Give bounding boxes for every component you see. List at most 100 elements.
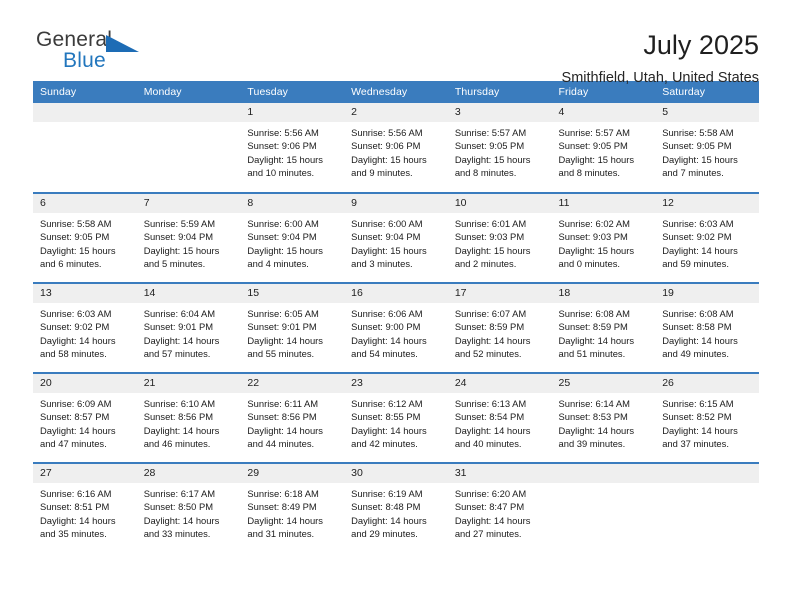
daylight-duration-line2: and 8 minutes. [558, 167, 621, 179]
calendar-day-cell[interactable]: 28 Sunrise: 6:17 AM Sunset: 8:50 PM Dayligh… [136, 462, 241, 553]
calendar-day-cell[interactable]: 13 Sunrise: 6:03 AM Sunset: 9:02 PM Dayligh… [33, 282, 137, 373]
day-details: Sunrise: 6:14 AM Sunset: 8:53 PM Daylight:… [552, 393, 656, 451]
calendar-day-cell[interactable]: 12 Sunrise: 6:03 AM Sunset: 9:02 PM Dayligh… [655, 192, 759, 283]
calendar-day-cell[interactable]: 24 Sunrise: 6:13 AM Sunset: 8:54 PM Dayligh… [447, 372, 552, 463]
day-details: Sunrise: 6:20 AM Sunset: 8:47 PM Daylight:… [448, 483, 552, 541]
daylight-duration-line2: and 6 minutes. [40, 258, 102, 270]
weekday-header-thursday: Thursday [447, 81, 552, 103]
calendar-day-cell[interactable]: 15 Sunrise: 6:05 AM Sunset: 9:01 PM Dayligh… [240, 282, 345, 373]
day-details: Sunrise: 5:59 AM Sunset: 9:04 PM Daylight:… [137, 213, 241, 271]
daylight-duration-line1: Daylight: 15 hours [351, 244, 427, 256]
sunset-time: Sunset: 9:03 PM [558, 231, 628, 243]
calendar-day-cell[interactable]: 14 Sunrise: 6:04 AM Sunset: 9:01 PM Dayligh… [136, 282, 241, 373]
day-number [551, 464, 656, 483]
sunrise-time: Sunrise: 6:15 AM [662, 398, 734, 409]
daylight-duration-line2: and 54 minutes. [351, 348, 418, 360]
calendar-day-cell[interactable]: 3 Sunrise: 5:57 AM Sunset: 9:05 PM Daylight… [447, 103, 552, 193]
sunrise-time: Sunrise: 6:13 AM [454, 398, 527, 409]
day-number: 30 [344, 464, 448, 483]
day-number: 16 [344, 284, 448, 303]
calendar-day-cell[interactable]: 7 Sunrise: 5:59 AM Sunset: 9:04 PM Daylight… [136, 192, 241, 283]
sunset-time: Sunset: 9:05 PM [40, 231, 110, 243]
day-details: Sunrise: 6:17 AM Sunset: 8:50 PM Daylight:… [137, 483, 241, 541]
day-number: 4 [551, 103, 656, 122]
calendar-day-cell[interactable]: 2 Sunrise: 5:56 AM Sunset: 9:06 PM Daylight… [344, 103, 448, 193]
calendar-day-cell[interactable]: 27 Sunrise: 6:16 AM Sunset: 8:51 PM Dayligh… [33, 462, 137, 553]
day-number: 10 [447, 194, 552, 213]
daylight-duration-line1: Daylight: 14 hours [454, 514, 531, 526]
daylight-duration-line2: and 5 minutes. [143, 258, 206, 270]
calendar-day-cell-empty [655, 462, 759, 553]
calendar-day-cell[interactable]: 18 Sunrise: 6:08 AM Sunset: 8:59 PM Dayligh… [551, 282, 656, 373]
calendar-day-cell[interactable]: 30 Sunrise: 6:19 AM Sunset: 8:48 PM Dayligh… [344, 462, 448, 553]
sunset-time: Sunset: 9:04 PM [351, 231, 421, 243]
daylight-duration-line1: Daylight: 14 hours [143, 424, 220, 436]
daylight-duration-line2: and 7 minutes. [662, 167, 724, 179]
daylight-duration-line2: and 0 minutes. [558, 258, 621, 270]
calendar-day-cell[interactable]: 21 Sunrise: 6:10 AM Sunset: 8:56 PM Dayligh… [136, 372, 241, 463]
daylight-duration-line1: Daylight: 14 hours [351, 514, 427, 526]
calendar-day-cell[interactable]: 23 Sunrise: 6:12 AM Sunset: 8:55 PM Dayligh… [344, 372, 448, 463]
day-details: Sunrise: 6:15 AM Sunset: 8:52 PM Daylight:… [655, 393, 759, 451]
daylight-duration-line1: Daylight: 15 hours [40, 244, 116, 256]
calendar-day-cell[interactable]: 29 Sunrise: 6:18 AM Sunset: 8:49 PM Dayligh… [240, 462, 345, 553]
calendar-day-cell[interactable]: 20 Sunrise: 6:09 AM Sunset: 8:57 PM Dayligh… [33, 372, 137, 463]
day-number: 6 [33, 194, 137, 213]
daylight-duration-line1: Daylight: 14 hours [454, 424, 531, 436]
daylight-duration-line1: Daylight: 15 hours [454, 244, 531, 256]
daylight-duration-line2: and 29 minutes. [351, 528, 418, 540]
calendar-day-cell[interactable]: 11 Sunrise: 6:02 AM Sunset: 9:03 PM Dayligh… [551, 192, 656, 283]
sunset-time: Sunset: 9:04 PM [247, 231, 317, 243]
day-details: Sunrise: 6:12 AM Sunset: 8:55 PM Daylight:… [344, 393, 448, 451]
calendar-day-cell[interactable]: 26 Sunrise: 6:15 AM Sunset: 8:52 PM Dayligh… [655, 372, 759, 463]
day-details: Sunrise: 6:00 AM Sunset: 9:04 PM Daylight:… [240, 213, 344, 271]
daylight-duration-line2: and 35 minutes. [40, 528, 107, 540]
day-details: Sunrise: 6:07 AM Sunset: 8:59 PM Daylight:… [448, 303, 552, 361]
sunrise-time: Sunrise: 6:01 AM [454, 218, 527, 229]
calendar-day-cell[interactable]: 9 Sunrise: 6:00 AM Sunset: 9:04 PM Daylight… [344, 192, 448, 283]
sunrise-time: Sunrise: 5:57 AM [558, 127, 630, 138]
calendar-day-cell[interactable]: 8 Sunrise: 6:00 AM Sunset: 9:04 PM Daylight… [240, 192, 345, 283]
day-number: 17 [447, 284, 552, 303]
daylight-duration-line2: and 40 minutes. [454, 438, 522, 450]
sunset-time: Sunset: 8:55 PM [351, 411, 421, 423]
sunrise-time: Sunrise: 6:02 AM [558, 218, 630, 229]
calendar-day-cell[interactable]: 16 Sunrise: 6:06 AM Sunset: 9:00 PM Dayligh… [344, 282, 448, 373]
day-details: Sunrise: 6:03 AM Sunset: 9:02 PM Daylight:… [33, 303, 137, 361]
daylight-duration-line2: and 42 minutes. [351, 438, 418, 450]
day-number: 1 [240, 103, 345, 122]
daylight-duration-line1: Daylight: 14 hours [662, 424, 738, 436]
daylight-duration-line2: and 8 minutes. [454, 167, 517, 179]
sunrise-time: Sunrise: 6:12 AM [351, 398, 423, 409]
sunrise-time: Sunrise: 6:18 AM [247, 488, 319, 499]
day-number: 27 [33, 464, 137, 483]
calendar-day-cell-empty [33, 103, 137, 193]
sunset-time: Sunset: 8:49 PM [247, 501, 317, 513]
daylight-duration-line2: and 10 minutes. [247, 167, 315, 179]
daylight-duration-line1: Daylight: 14 hours [247, 424, 323, 436]
sunrise-time: Sunrise: 5:57 AM [454, 127, 527, 138]
daylight-duration-line2: and 4 minutes. [247, 258, 309, 270]
sunrise-time: Sunrise: 6:00 AM [351, 218, 423, 229]
calendar-day-cell[interactable]: 17 Sunrise: 6:07 AM Sunset: 8:59 PM Dayligh… [447, 282, 552, 373]
calendar-day-cell[interactable]: 4 Sunrise: 5:57 AM Sunset: 9:05 PM Daylight… [551, 103, 656, 193]
calendar-day-cell[interactable]: 25 Sunrise: 6:14 AM Sunset: 8:53 PM Dayligh… [551, 372, 656, 463]
calendar-day-cell[interactable]: 19 Sunrise: 6:08 AM Sunset: 8:58 PM Dayligh… [655, 282, 759, 373]
sunrise-time: Sunrise: 6:16 AM [40, 488, 112, 499]
calendar-day-cell[interactable]: 6 Sunrise: 5:58 AM Sunset: 9:05 PM Daylight… [33, 192, 137, 283]
calendar-day-cell[interactable]: 1 Sunrise: 5:56 AM Sunset: 9:06 PM Daylight… [240, 103, 345, 193]
general-blue-logo[interactable]: General Blue [33, 28, 166, 86]
day-details: Sunrise: 5:56 AM Sunset: 9:06 PM Daylight:… [240, 122, 344, 180]
calendar-body: 1 Sunrise: 5:56 AM Sunset: 9:06 PM Daylight… [33, 103, 759, 553]
sunrise-time: Sunrise: 6:09 AM [40, 398, 112, 409]
daylight-duration-line1: Daylight: 14 hours [247, 334, 323, 346]
calendar-day-cell[interactable]: 22 Sunrise: 6:11 AM Sunset: 8:56 PM Dayligh… [240, 372, 345, 463]
calendar-day-cell[interactable]: 5 Sunrise: 5:58 AM Sunset: 9:05 PM Daylight… [655, 103, 759, 193]
sunrise-time: Sunrise: 6:08 AM [558, 308, 630, 319]
sunset-time: Sunset: 9:06 PM [247, 140, 317, 152]
daylight-duration-line2: and 58 minutes. [40, 348, 107, 360]
calendar-day-cell[interactable]: 10 Sunrise: 6:01 AM Sunset: 9:03 PM Dayligh… [447, 192, 552, 283]
day-details: Sunrise: 5:58 AM Sunset: 9:05 PM Daylight:… [655, 122, 759, 180]
daylight-duration-line2: and 49 minutes. [662, 348, 729, 360]
calendar-day-cell[interactable]: 31 Sunrise: 6:20 AM Sunset: 8:47 PM Dayligh… [447, 462, 552, 553]
